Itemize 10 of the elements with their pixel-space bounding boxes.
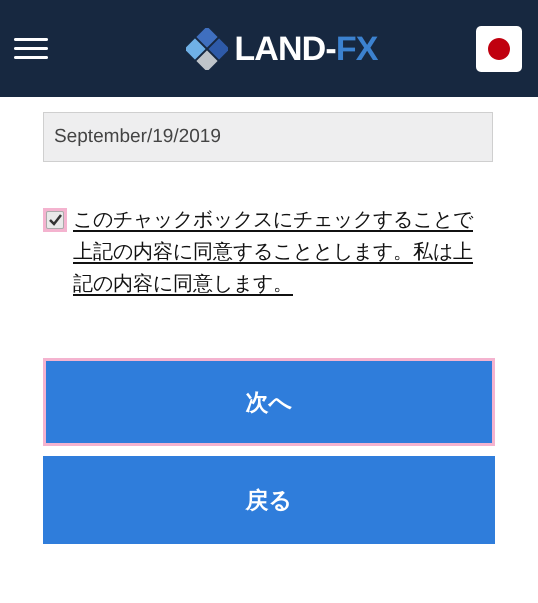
form-button[interactable]: 戻る (43, 456, 495, 544)
agreement-link[interactable]: このチャックボックスにチェックすることで上記の内容に同意することとします。私は上記の内容に同意します。 (73, 204, 485, 300)
form-button[interactable]: 次へ (43, 358, 495, 446)
agreement-checkbox[interactable] (43, 208, 67, 232)
logo-icon (186, 28, 228, 70)
date-field[interactable]: September/19/2019 (43, 112, 493, 162)
language-flag-button[interactable] (476, 26, 522, 72)
menu-icon[interactable] (14, 38, 48, 59)
checkmark-icon (48, 214, 62, 226)
logo-text: LAND-FX (234, 32, 378, 66)
